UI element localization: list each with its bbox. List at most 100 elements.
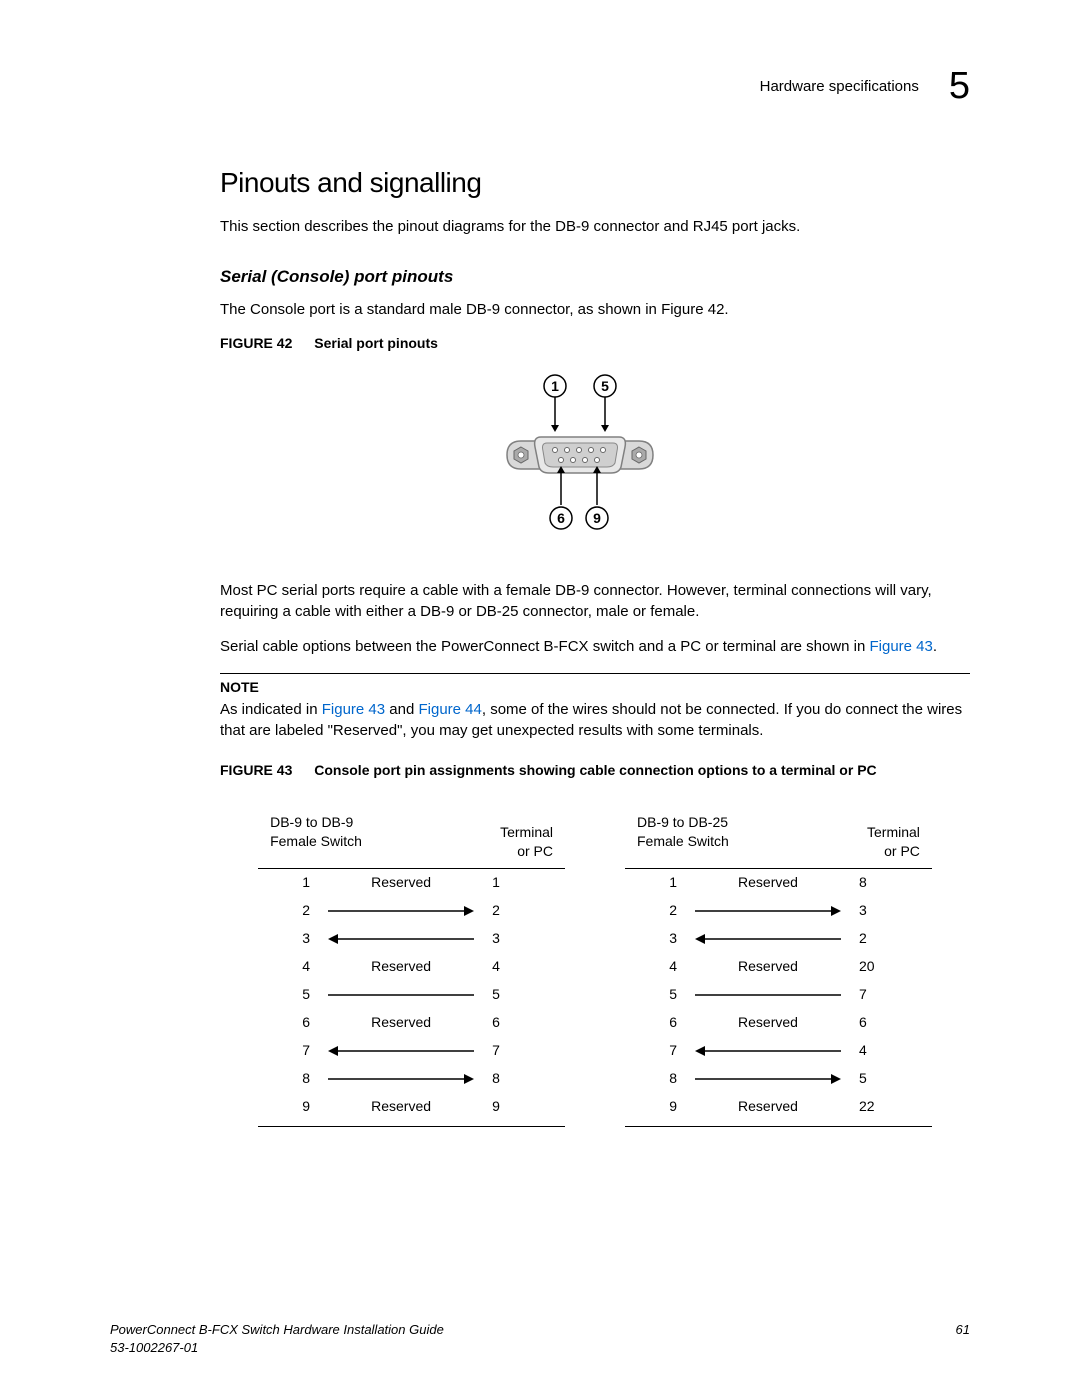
table-row: 22 <box>258 897 565 925</box>
table-row: 32 <box>625 925 932 953</box>
page-header: Hardware specifications 5 <box>110 60 970 113</box>
figure-label: FIGURE 43 <box>220 762 292 778</box>
figure-title: Serial port pinouts <box>314 335 438 351</box>
pin-left: 8 <box>258 1065 314 1093</box>
page-number: 61 <box>956 1321 970 1357</box>
pin-connection <box>681 897 855 925</box>
pin-connection: Reserved <box>314 868 488 897</box>
connection-arrow <box>693 988 843 1002</box>
pin-connection: Reserved <box>314 1093 488 1127</box>
figure-caption: FIGURE 43 Console port pin assignments s… <box>220 761 970 781</box>
table-row: 88 <box>258 1065 565 1093</box>
pin-right: 5 <box>488 981 565 1009</box>
table-row: 6Reserved6 <box>625 1009 932 1037</box>
pin-left: 7 <box>258 1037 314 1065</box>
figure-link[interactable]: Figure 43 <box>322 701 385 718</box>
table-row: 6Reserved6 <box>258 1009 565 1037</box>
section-heading: Serial (Console) port pinouts <box>220 265 970 289</box>
pin-right: 7 <box>488 1037 565 1065</box>
pin-right: 7 <box>855 981 932 1009</box>
pin-left: 2 <box>258 897 314 925</box>
pin-connection <box>314 897 488 925</box>
table-row: 4Reserved4 <box>258 953 565 981</box>
pin-connection: Reserved <box>314 1009 488 1037</box>
pin-connection: Reserved <box>681 868 855 897</box>
pinout-table-db9: DB-9 to DB-9 Female Switch Terminal or P… <box>258 801 565 1127</box>
figure-caption: FIGURE 42 Serial port pinouts <box>220 334 970 354</box>
table-row: 23 <box>625 897 932 925</box>
pin-right: 8 <box>488 1065 565 1093</box>
connection-arrow <box>326 904 476 918</box>
pin-connection: Reserved <box>314 953 488 981</box>
table-row: 4Reserved20 <box>625 953 932 981</box>
connection-arrow <box>326 1044 476 1058</box>
connection-arrow <box>326 932 476 946</box>
pin-right: 22 <box>855 1093 932 1127</box>
connection-arrow <box>693 932 843 946</box>
pin-left: 3 <box>258 925 314 953</box>
table-row: 1Reserved1 <box>258 868 565 897</box>
note-paragraph: As indicated in Figure 43 and Figure 44,… <box>220 699 970 741</box>
pin-right: 5 <box>855 1065 932 1093</box>
pinout-tables: DB-9 to DB-9 Female Switch Terminal or P… <box>220 801 970 1127</box>
table-row: 85 <box>625 1065 932 1093</box>
db9-connector-diagram: 1 5 <box>495 370 695 550</box>
pin-right: 3 <box>855 897 932 925</box>
pin-connection: Reserved <box>681 1009 855 1037</box>
figure-link[interactable]: Figure 44 <box>418 701 481 718</box>
pin-right: 20 <box>855 953 932 981</box>
pin-right: 8 <box>855 868 932 897</box>
pin-connection <box>314 925 488 953</box>
pin-left: 3 <box>625 925 681 953</box>
pin-left: 5 <box>258 981 314 1009</box>
pin-left: 5 <box>625 981 681 1009</box>
chapter-number: 5 <box>949 60 970 113</box>
svg-text:9: 9 <box>593 510 601 526</box>
pin-left: 2 <box>625 897 681 925</box>
connection-arrow <box>326 1072 476 1086</box>
pin-connection <box>681 1065 855 1093</box>
page-footer: PowerConnect B-FCX Switch Hardware Insta… <box>110 1321 970 1357</box>
pin-left: 7 <box>625 1037 681 1065</box>
pin-connection: Reserved <box>681 1093 855 1127</box>
intro-paragraph: This section describes the pinout diagra… <box>220 216 970 237</box>
page-title: Pinouts and signalling <box>220 163 970 202</box>
connection-arrow <box>326 988 476 1002</box>
pin-connection: Reserved <box>681 953 855 981</box>
pin-right: 4 <box>855 1037 932 1065</box>
pin-right: 3 <box>488 925 565 953</box>
pin-right: 2 <box>488 897 565 925</box>
footer-doc-title: PowerConnect B-FCX Switch Hardware Insta… <box>110 1322 444 1337</box>
pin-connection <box>681 1037 855 1065</box>
table-row: 9Reserved22 <box>625 1093 932 1127</box>
figure-title: Console port pin assignments showing cab… <box>314 762 876 778</box>
pin-connection <box>681 925 855 953</box>
svg-text:6: 6 <box>557 510 565 526</box>
table-row: 57 <box>625 981 932 1009</box>
figure-link[interactable]: Figure 43 <box>870 638 933 655</box>
pin-connection <box>314 1037 488 1065</box>
pin-left: 9 <box>258 1093 314 1127</box>
pin-left: 6 <box>258 1009 314 1037</box>
pin-left: 1 <box>625 868 681 897</box>
pin-left: 1 <box>258 868 314 897</box>
pin-connection <box>681 981 855 1009</box>
pin-connection <box>314 1065 488 1093</box>
header-section: Hardware specifications <box>760 76 919 97</box>
pin-left: 6 <box>625 1009 681 1037</box>
pin-right: 2 <box>855 925 932 953</box>
pin-right: 9 <box>488 1093 565 1127</box>
connection-arrow <box>693 1044 843 1058</box>
table-row: 77 <box>258 1037 565 1065</box>
pin-right: 1 <box>488 868 565 897</box>
connection-arrow <box>693 1072 843 1086</box>
svg-text:5: 5 <box>601 378 609 394</box>
pin-right: 4 <box>488 953 565 981</box>
table-row: 9Reserved9 <box>258 1093 565 1127</box>
table-row: 1Reserved8 <box>625 868 932 897</box>
pin-left: 4 <box>625 953 681 981</box>
note-divider <box>220 673 970 674</box>
paragraph: Most PC serial ports require a cable wit… <box>220 580 970 622</box>
pin-left: 4 <box>258 953 314 981</box>
pin-left: 9 <box>625 1093 681 1127</box>
